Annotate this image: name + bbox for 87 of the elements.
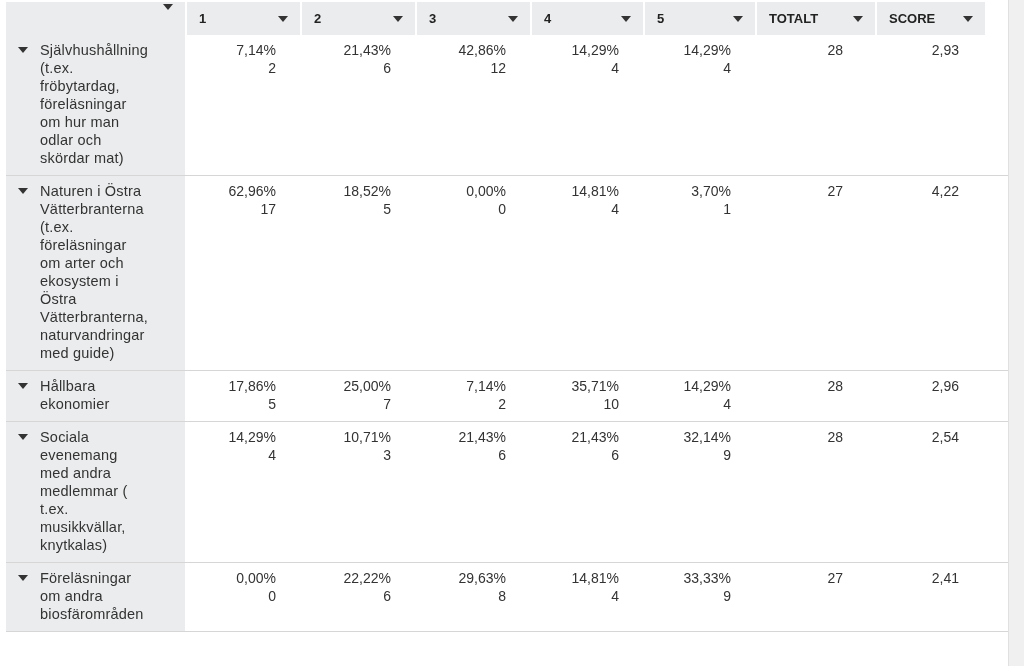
count-value: 6	[383, 59, 391, 77]
score-value: 2,54	[931, 428, 959, 446]
percent-value: 33,33%	[683, 569, 731, 587]
total-value: 28	[827, 377, 843, 395]
caret-icon	[18, 188, 28, 194]
count-value: 4	[723, 59, 731, 77]
column-header[interactable]: 5	[643, 2, 755, 35]
score-value: 2,96	[931, 377, 959, 395]
count-value: 0	[498, 200, 506, 218]
row-label: Naturen i Östra Vätterbranterna (t.ex. föreläsningar om arter och ekosystem i Östra Vätterbranterna, naturvandringar med guide)	[40, 182, 149, 362]
score-value: 4,22	[931, 182, 959, 200]
caret-icon	[18, 383, 28, 389]
count-value: 6	[611, 446, 619, 464]
column-header[interactable]: TOTALT	[755, 2, 875, 35]
percent-value: 21,43%	[571, 428, 619, 446]
caret-icon	[508, 15, 518, 22]
scrollbar-track[interactable]	[1008, 0, 1024, 666]
count-value: 6	[383, 587, 391, 605]
column-header[interactable]: 4	[530, 2, 643, 35]
count-value: 9	[723, 446, 731, 464]
column-header[interactable]: 1	[185, 2, 300, 35]
percent-value: 14,29%	[228, 428, 276, 446]
percent-value: 14,29%	[683, 377, 731, 395]
score-value: 2,93	[931, 41, 959, 59]
caret-icon	[963, 15, 973, 22]
column-header[interactable]: 3	[415, 2, 530, 35]
count-value: 2	[268, 59, 276, 77]
caret-icon	[278, 15, 288, 22]
total-value: 28	[827, 428, 843, 446]
count-value: 5	[268, 395, 276, 413]
row-label: Hållbara ekonomier	[40, 377, 111, 413]
count-value: 4	[611, 200, 619, 218]
row-label: Sociala evenemang med andra medlemmar ( t.ex. musikkvällar, knytkalas)	[40, 428, 129, 554]
caret-icon	[18, 575, 28, 581]
count-value: 7	[383, 395, 391, 413]
count-value: 3	[383, 446, 391, 464]
count-value: 12	[490, 59, 506, 77]
caret-icon	[853, 15, 863, 22]
total-value: 27	[827, 569, 843, 587]
percent-value: 29,63%	[458, 569, 506, 587]
percent-value: 18,52%	[343, 182, 391, 200]
count-value: 4	[723, 395, 731, 413]
count-value: 2	[498, 395, 506, 413]
percent-value: 14,29%	[571, 41, 619, 59]
percent-value: 0,00%	[466, 182, 506, 200]
count-value: 10	[603, 395, 619, 413]
count-value: 1	[723, 200, 731, 218]
percent-value: 25,00%	[343, 377, 391, 395]
count-value: 9	[723, 587, 731, 605]
row-label: Självhushållning (t.ex. fröbytardag, föreläsningar om hur man odlar och skördar mat)	[40, 41, 149, 167]
percent-value: 7,14%	[236, 41, 276, 59]
count-value: 8	[498, 587, 506, 605]
percent-value: 22,22%	[343, 569, 391, 587]
column-header[interactable]	[6, 2, 185, 35]
column-header[interactable]: 2	[300, 2, 415, 35]
count-value: 17	[260, 200, 276, 218]
percent-value: 32,14%	[683, 428, 731, 446]
count-value: 6	[498, 446, 506, 464]
percent-value: 14,81%	[571, 569, 619, 587]
percent-value: 35,71%	[571, 377, 619, 395]
percent-value: 0,00%	[236, 569, 276, 587]
caret-icon	[18, 434, 28, 440]
row-label: Föreläsningar om andra biosfärområden	[40, 569, 145, 623]
percent-value: 14,29%	[683, 41, 731, 59]
count-value: 5	[383, 200, 391, 218]
count-value: 4	[268, 446, 276, 464]
percent-value: 17,86%	[228, 377, 276, 395]
percent-value: 21,43%	[343, 41, 391, 59]
percent-value: 10,71%	[343, 428, 391, 446]
percent-value: 62,96%	[228, 182, 276, 200]
column-header[interactable]: SCORE	[875, 2, 985, 35]
caret-icon	[393, 15, 403, 22]
percent-value: 14,81%	[571, 182, 619, 200]
count-value: 4	[611, 587, 619, 605]
percent-value: 21,43%	[458, 428, 506, 446]
caret-icon	[18, 47, 28, 53]
count-value: 4	[611, 59, 619, 77]
percent-value: 42,86%	[458, 41, 506, 59]
percent-value: 7,14%	[466, 377, 506, 395]
caret-icon	[621, 15, 631, 22]
total-value: 27	[827, 182, 843, 200]
percent-value: 3,70%	[691, 182, 731, 200]
score-value: 2,41	[931, 569, 959, 587]
count-value: 0	[268, 587, 276, 605]
caret-icon	[163, 4, 173, 10]
caret-icon	[733, 15, 743, 22]
total-value: 28	[827, 41, 843, 59]
